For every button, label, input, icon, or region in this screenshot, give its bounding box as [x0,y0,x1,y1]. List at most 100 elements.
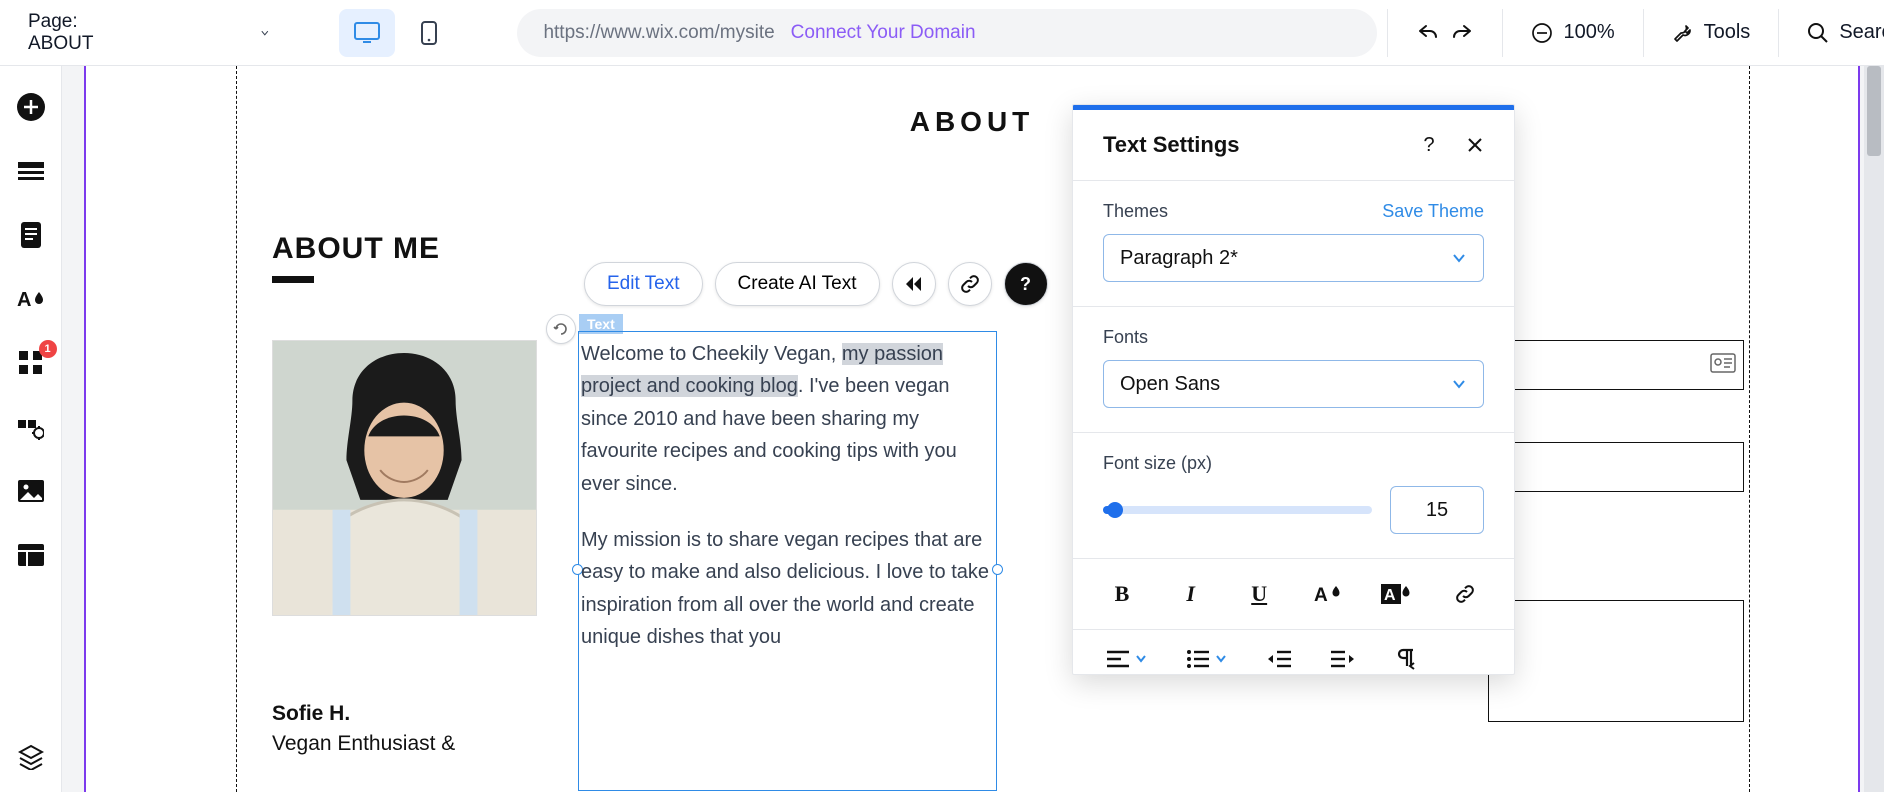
grid-icon [19,351,43,375]
reset-handle[interactable] [546,314,576,344]
indent-icon [1331,650,1355,668]
panel-close-button[interactable] [1460,130,1490,160]
chevrons-left-icon [903,275,925,293]
panel-header: Text Settings ? [1073,110,1514,181]
connect-domain-link[interactable]: Connect Your Domain [791,22,976,44]
text-block-content[interactable]: Welcome to Cheekily Vegan, my passion pr… [581,338,991,654]
page-name: ABOUT [28,33,93,54]
link-icon [1454,583,1476,605]
slider-thumb[interactable] [1107,502,1123,518]
paragraph-1: Welcome to Cheekily Vegan, my passion pr… [581,338,991,500]
svg-text:A: A [17,289,31,311]
design-button[interactable]: A [14,282,48,316]
text-color-button[interactable]: A [1313,581,1343,607]
resize-handle-right[interactable] [992,564,1003,575]
save-theme-link[interactable]: Save Theme [1382,201,1484,222]
text-settings-panel: Text Settings ? Themes Save Theme Paragr… [1072,104,1515,675]
theme-value: Paragraph 2* [1120,247,1238,270]
sections-button[interactable] [14,154,48,188]
font-size-section: Font size (px) [1073,433,1514,559]
about-image[interactable] [272,340,537,616]
page-icon [21,222,41,248]
apps-button[interactable]: 1 [14,346,48,380]
bold-button[interactable]: B [1107,581,1137,607]
vertical-scrollbar[interactable] [1864,66,1884,792]
text-align-button[interactable] [1107,650,1147,668]
desktop-icon [354,22,380,44]
font-select[interactable]: Open Sans [1103,360,1484,408]
search-icon [1807,22,1829,44]
insert-link-button[interactable] [1450,581,1480,607]
image-icon [18,480,44,502]
device-switcher [339,9,457,57]
add-button[interactable] [14,90,48,124]
panel-help-button[interactable]: ? [1414,130,1444,160]
url-bar[interactable]: https://www.wix.com/mysite Connect Your … [517,9,1377,57]
chevron-down-icon [1451,250,1467,266]
undo-icon[interactable] [1416,22,1440,44]
author-role[interactable]: Vegan Enthusiast & [272,732,455,756]
highlight-button[interactable]: A [1381,581,1411,607]
text-direction-button[interactable] [1395,648,1417,670]
theme-select[interactable]: Paragraph 2* [1103,234,1484,282]
separator [1502,9,1503,57]
undo-redo-group [1416,22,1474,44]
desktop-view-button[interactable] [339,9,395,57]
themes-label-row: Themes Save Theme [1103,201,1484,222]
chevron-down-icon [1451,376,1467,392]
bullet-list-icon [1187,650,1209,668]
form-field-3[interactable] [1488,600,1744,722]
list-button[interactable] [1187,650,1227,668]
separator [1643,9,1644,57]
create-ai-text-button[interactable]: Create AI Text [715,262,880,306]
top-bar: Page: ABOUT https://www.wix.com/mysite C… [0,0,1884,66]
font-size-input[interactable] [1390,486,1484,534]
themes-label: Themes [1103,201,1168,222]
link-button[interactable] [948,262,992,306]
help-button[interactable]: ? [1004,262,1048,306]
page-title: ABOUT [910,106,1035,138]
close-icon [1467,137,1483,153]
media-button[interactable] [14,474,48,508]
search-button[interactable]: Search [1807,21,1884,44]
canvas: ABOUT ABOUT ME CON Sofie H. Vegan Enthus… [62,66,1884,792]
artboard[interactable]: ABOUT ABOUT ME CON Sofie H. Vegan Enthus… [84,66,1860,792]
redo-icon[interactable] [1450,22,1474,44]
fonts-section: Fonts Open Sans [1073,307,1514,433]
about-heading[interactable]: ABOUT ME [272,232,440,266]
fonts-label: Fonts [1103,327,1484,348]
form-field-1[interactable] [1488,340,1744,390]
edit-text-button[interactable]: Edit Text [584,262,703,306]
underline-button[interactable]: U [1244,581,1274,607]
scrollbar-thumb[interactable] [1867,66,1881,156]
link-icon [960,274,980,294]
cms-button[interactable] [14,538,48,572]
pages-button[interactable] [14,218,48,252]
mobile-icon [421,21,437,45]
chevron-down-icon [1135,653,1147,665]
zoom-control[interactable]: 100% [1531,21,1614,44]
business-button[interactable] [14,410,48,444]
left-rail: A 1 [0,66,62,792]
animation-button[interactable] [892,262,936,306]
form-field-2[interactable] [1488,442,1744,492]
person-illustration [273,341,536,615]
mobile-view-button[interactable] [401,9,457,57]
zoom-level: 100% [1563,21,1614,44]
guide-left [236,66,237,792]
font-size-slider[interactable] [1103,506,1372,514]
author-name[interactable]: Sofie H. [272,702,350,726]
layers-button[interactable] [14,740,48,774]
outdent-button[interactable] [1267,650,1291,668]
page-selector[interactable]: Page: ABOUT [18,5,279,61]
highlight-icon: A [1381,582,1411,606]
site-url: https://www.wix.com/mysite [543,22,774,44]
contact-card-icon[interactable] [1708,348,1738,378]
tools-menu[interactable]: Tools [1672,21,1751,44]
section-icon [18,162,44,180]
chevron-down-icon [260,25,270,41]
zoom-minus-icon [1531,22,1553,44]
indent-button[interactable] [1331,650,1355,668]
italic-button[interactable]: I [1176,581,1206,607]
font-value: Open Sans [1120,373,1220,396]
